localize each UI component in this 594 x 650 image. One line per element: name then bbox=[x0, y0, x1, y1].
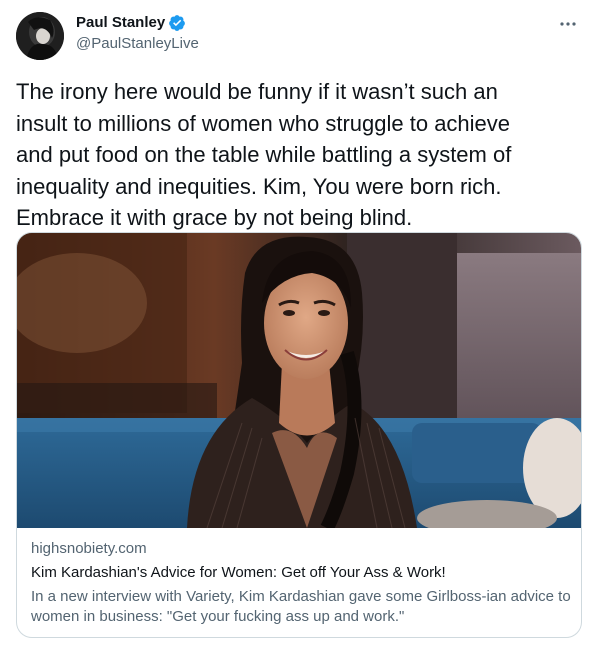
tweet-text: The irony here would be funny if it wasn… bbox=[16, 79, 512, 230]
verified-badge-icon bbox=[168, 14, 186, 32]
card-domain: highsnobiety.com bbox=[31, 540, 147, 557]
avatar-image bbox=[16, 12, 64, 60]
more-options-button[interactable] bbox=[556, 14, 580, 34]
link-preview-card[interactable]: highsnobiety.com Kim Kardashian's Advice… bbox=[16, 232, 582, 638]
avatar[interactable] bbox=[16, 12, 64, 60]
more-icon bbox=[560, 22, 576, 26]
author-name-row[interactable]: Paul Stanley bbox=[76, 13, 186, 33]
card-image[interactable] bbox=[17, 233, 581, 536]
card-description: In a new interview with Variety, Kim Kar… bbox=[31, 588, 571, 625]
card-photo bbox=[17, 233, 581, 536]
author-display-name[interactable]: Paul Stanley bbox=[76, 13, 165, 33]
tweet: Paul Stanley @PaulStanleyLive The irony … bbox=[0, 0, 594, 650]
card-body: highsnobiety.com Kim Kardashian's Advice… bbox=[31, 539, 571, 627]
card-title: Kim Kardashian's Advice for Women: Get o… bbox=[31, 564, 446, 581]
author-handle[interactable]: @PaulStanleyLive bbox=[76, 34, 199, 54]
